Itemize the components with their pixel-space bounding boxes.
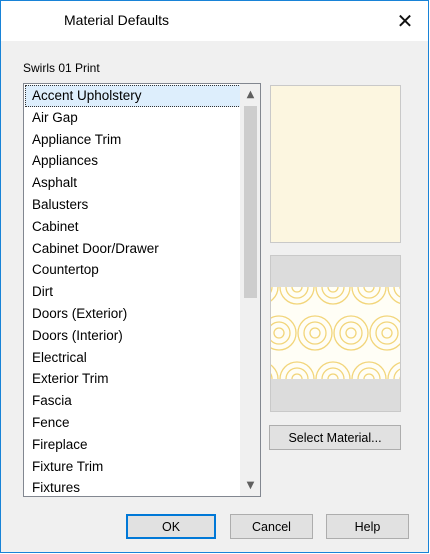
- select-material-button[interactable]: Select Material...: [269, 425, 401, 450]
- list-item[interactable]: Cabinet: [25, 216, 241, 238]
- swirl-pattern: [271, 269, 400, 397]
- list-item[interactable]: Fence: [25, 412, 241, 434]
- list-item[interactable]: Fascia: [25, 390, 241, 412]
- list-item[interactable]: Doors (Interior): [25, 325, 241, 347]
- ok-button[interactable]: OK: [126, 514, 216, 539]
- list-item[interactable]: Fixtures: [25, 477, 241, 496]
- scroll-up-icon[interactable]: ▲: [241, 86, 260, 103]
- list-item[interactable]: Accent Upholstery: [25, 85, 241, 107]
- help-button[interactable]: Help: [326, 514, 409, 539]
- material-texture-preview: [270, 255, 401, 412]
- list-item[interactable]: Fixture Trim: [25, 456, 241, 478]
- title-bar: Material Defaults ✕: [1, 1, 428, 41]
- cancel-button[interactable]: Cancel: [230, 514, 313, 539]
- dialog-title: Material Defaults: [64, 12, 170, 28]
- list-item[interactable]: Balusters: [25, 194, 241, 216]
- list-item[interactable]: Cabinet Door/Drawer: [25, 238, 241, 260]
- material-name-label: Swirls 01 Print: [23, 61, 100, 75]
- list-item[interactable]: Exterior Trim: [25, 368, 241, 390]
- list-item[interactable]: Fireplace: [25, 434, 241, 456]
- vertical-scrollbar[interactable]: ▲ ▼: [240, 84, 260, 496]
- scroll-down-icon[interactable]: ▼: [241, 477, 260, 494]
- swirl-pattern-svg: [271, 269, 400, 397]
- list-items: Accent Upholstery Air Gap Appliance Trim Ap…: [25, 85, 241, 496]
- list-item[interactable]: Doors (Exterior): [25, 303, 241, 325]
- scrollbar-thumb[interactable]: [244, 106, 257, 298]
- list-item[interactable]: Appliance Trim: [25, 129, 241, 151]
- list-item[interactable]: Asphalt: [25, 172, 241, 194]
- material-defaults-dialog: Material Defaults ✕ Swirls 01 Print Acce…: [0, 0, 429, 553]
- list-item[interactable]: Dirt: [25, 281, 241, 303]
- list-item[interactable]: Appliances: [25, 150, 241, 172]
- close-icon[interactable]: ✕: [382, 1, 428, 41]
- material-category-list[interactable]: Accent Upholstery Air Gap Appliance Trim Ap…: [23, 83, 261, 497]
- list-item[interactable]: Air Gap: [25, 107, 241, 129]
- list-item[interactable]: Countertop: [25, 259, 241, 281]
- list-item[interactable]: Electrical: [25, 347, 241, 369]
- material-color-swatch: [270, 85, 401, 243]
